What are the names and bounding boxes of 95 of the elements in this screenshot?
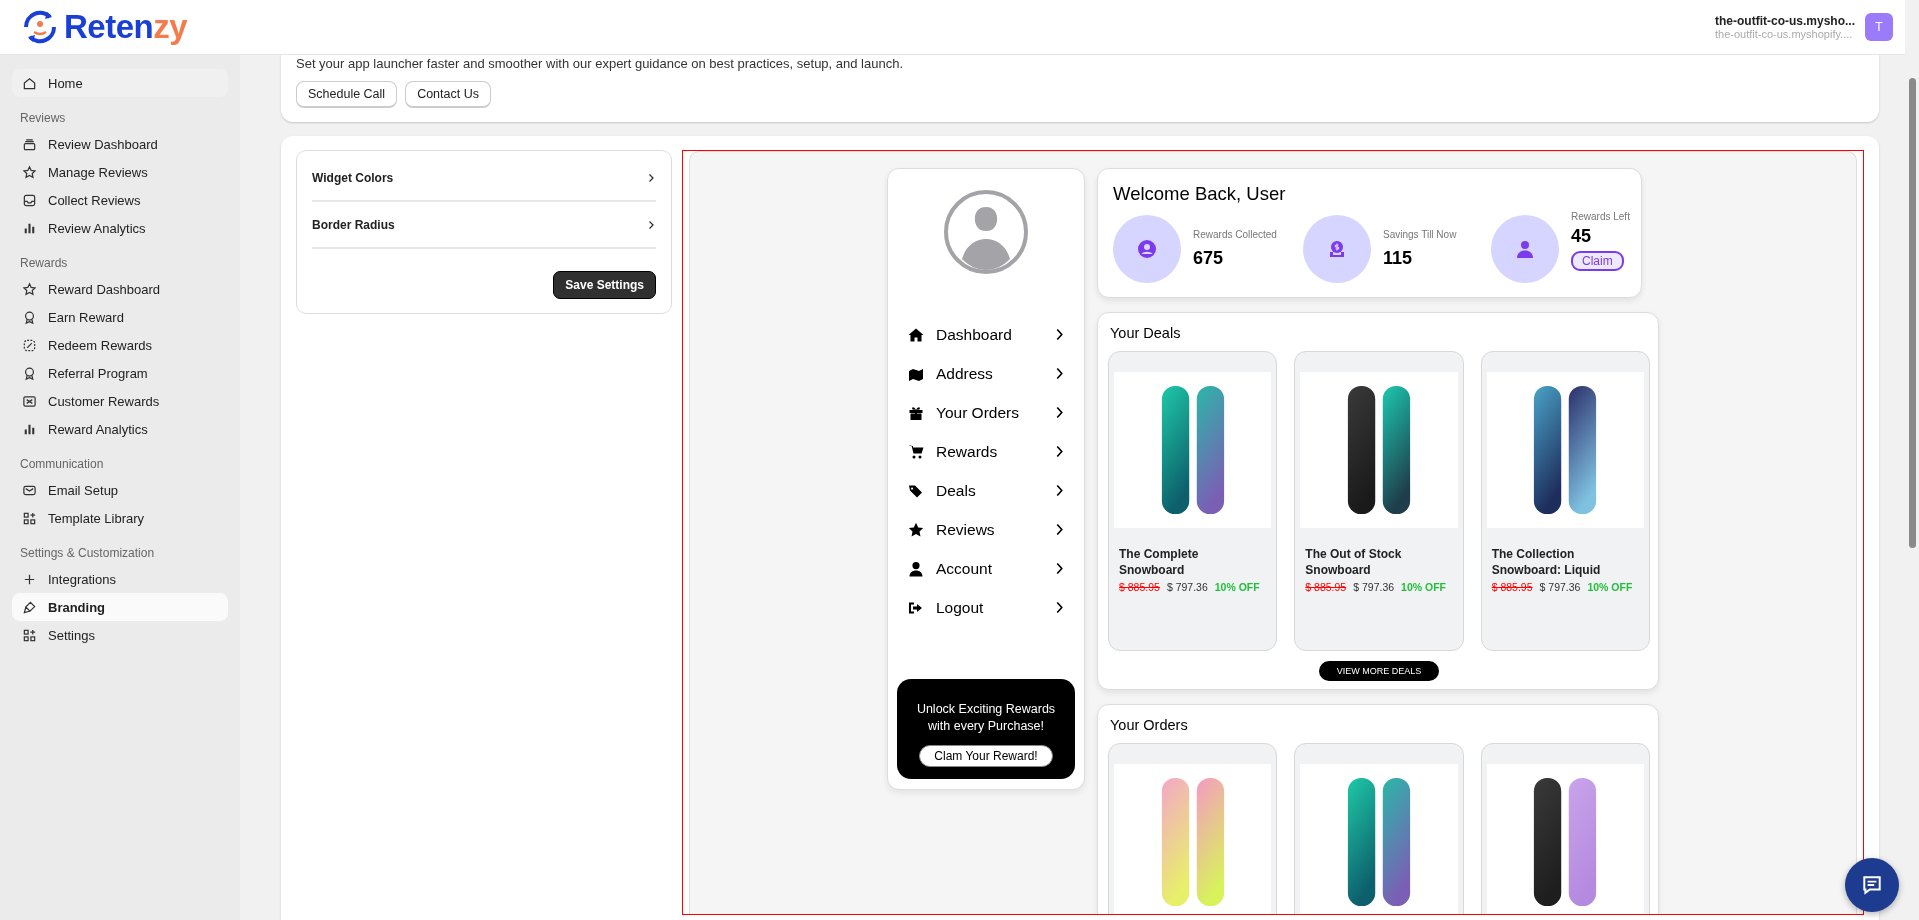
- welcome-title: Welcome Back, User: [1113, 183, 1287, 205]
- product-name: The Complete Snowboard: [1118, 546, 1200, 579]
- person-icon: [1515, 239, 1535, 259]
- store-name: the-outfit-co-us.mysho...: [1715, 14, 1855, 28]
- award-icon: [22, 365, 37, 381]
- percent-icon: [22, 337, 37, 353]
- chevron-right-icon: [1055, 484, 1064, 497]
- settings-row[interactable]: Widget Colors: [312, 155, 656, 202]
- sidebar-item[interactable]: Referral Program: [12, 359, 228, 387]
- price: $ 797.36: [1166, 581, 1208, 594]
- section-title: Your Orders: [1109, 716, 1189, 733]
- discount: 10% OFF: [1401, 581, 1446, 594]
- logo-wordmark: Retenzy: [64, 8, 188, 46]
- user-avatar-icon: [943, 189, 1029, 275]
- chevron-right-icon: [1055, 601, 1064, 614]
- settings-row[interactable]: Border Radius: [312, 202, 656, 249]
- profile-menu-item[interactable]: Account: [908, 549, 1064, 588]
- inbox-icon: [22, 192, 37, 208]
- promo-text: Unlock Exciting Rewards with every Purchase!: [916, 701, 1056, 735]
- chevron-right-icon: [646, 219, 656, 230]
- star-icon: [22, 281, 37, 297]
- guidance-button[interactable]: Contact Us: [405, 81, 491, 108]
- profile-menu-item[interactable]: Your Orders: [908, 393, 1064, 432]
- sidebar-heading: Settings & Customization: [19, 545, 156, 562]
- profile-menu-item[interactable]: Deals: [908, 471, 1064, 510]
- grid-icon: [22, 627, 37, 643]
- scrollbar[interactable]: [1905, 0, 1919, 920]
- stat-value: 675: [1193, 248, 1225, 269]
- coin-icon: [1327, 239, 1347, 259]
- discount: 10% OFF: [1214, 581, 1260, 594]
- stat-label: Rewards Collected: [1193, 229, 1278, 240]
- sidebar-item[interactable]: Manage Reviews: [12, 158, 228, 186]
- sidebar-item[interactable]: Template Library: [12, 504, 228, 532]
- section-title: Your Deals: [1109, 324, 1182, 341]
- chevron-right-icon: [1055, 406, 1064, 419]
- guidance-button[interactable]: Schedule Call: [296, 81, 398, 108]
- claim-button[interactable]: Claim: [1571, 251, 1624, 271]
- house-icon: [908, 326, 924, 343]
- sidebar-item[interactable]: Earn Reward: [12, 303, 228, 331]
- product-card[interactable]: The Out of Stock Snowboard $ 885.95 $ 797.36 10% OFF: [1294, 351, 1464, 651]
- profile-menu-item[interactable]: Address: [908, 354, 1064, 393]
- home-icon: [22, 75, 37, 91]
- grid-icon: [22, 510, 37, 526]
- discount: 10% OFF: [1587, 581, 1633, 594]
- product-card[interactable]: The Complete Snowboard $ 885.95 $ 797.36 10% OFF: [1108, 351, 1278, 651]
- sidebar-item[interactable]: Branding: [12, 593, 228, 621]
- sidebar-heading: Reviews: [19, 110, 67, 127]
- store-domain: the-outfit-co-us.myshopify....: [1715, 28, 1853, 40]
- stat-label: Rewards Left: [1571, 211, 1631, 222]
- star-icon: [22, 164, 37, 180]
- profile-menu-item[interactable]: Logout: [908, 588, 1064, 627]
- chevron-right-icon: [1055, 523, 1064, 536]
- profile-menu-item[interactable]: Rewards: [908, 432, 1064, 471]
- chevron-right-icon: [1055, 445, 1064, 458]
- price: $ 797.36: [1353, 581, 1395, 594]
- price: $ 797.36: [1539, 581, 1581, 594]
- sidebar-item[interactable]: Reward Dashboard: [12, 275, 228, 303]
- star-icon: [908, 521, 924, 538]
- sidebar-item[interactable]: Review Dashboard: [12, 130, 228, 158]
- stat-value: 115: [1383, 248, 1414, 269]
- profile-menu-item[interactable]: Dashboard: [908, 315, 1064, 354]
- old-price: $ 885.95: [1491, 581, 1533, 594]
- save-settings-button[interactable]: Save Settings: [553, 271, 656, 299]
- claim-reward-button[interactable]: Clam Your Reward!: [919, 745, 1053, 767]
- old-price: $ 885.95: [1119, 581, 1160, 594]
- product-card[interactable]: The Collection Snowboard: Liquid $ 885.95 $ 797.36 10% OFF: [1480, 351, 1650, 651]
- user-circle-icon: [1137, 239, 1157, 259]
- sidebar-item[interactable]: Reward Analytics: [12, 415, 228, 443]
- sidebar-heading: Rewards: [19, 255, 69, 272]
- view-more-deals-button[interactable]: VIEW MORE DEALS: [1318, 661, 1440, 681]
- profile-menu-item[interactable]: Reviews: [908, 510, 1064, 549]
- sidebar-item[interactable]: Settings: [12, 621, 228, 649]
- chevron-right-icon: [1055, 367, 1064, 380]
- stat-value: 45: [1571, 226, 1593, 247]
- chevron-right-icon: [646, 172, 656, 183]
- product-name: The Collection Snowboard: Liquid: [1490, 546, 1602, 579]
- sidebar-item[interactable]: Review Analytics: [12, 214, 228, 242]
- sidebar-item[interactable]: Customer Rewards: [12, 387, 228, 415]
- stack-icon: [22, 136, 37, 152]
- sidebar-heading: Communication: [19, 456, 105, 473]
- brush-icon: [22, 599, 37, 615]
- guidance-text: Set your app launcher faster and smoother with our expert guidance on best practices, setup, and launch.: [296, 55, 905, 71]
- chevron-right-icon: [1055, 562, 1064, 575]
- sidebar-item[interactable]: Integrations: [12, 565, 228, 593]
- sidebar-item[interactable]: Collect Reviews: [12, 186, 228, 214]
- sidebar-item[interactable]: Home: [12, 69, 228, 97]
- sidebar-item[interactable]: Email Setup: [12, 476, 228, 504]
- product-name: The Out of Stock Snowboard: [1304, 546, 1403, 579]
- chevron-right-icon: [1055, 328, 1064, 341]
- chat-icon: [1861, 874, 1883, 896]
- award-icon: [22, 309, 37, 325]
- sidebar-item[interactable]: Redeem Rewards: [12, 331, 228, 359]
- old-price: $ 885.95: [1305, 581, 1347, 594]
- stat-label: Savings Till Now: [1383, 229, 1458, 240]
- person-icon: [908, 560, 924, 577]
